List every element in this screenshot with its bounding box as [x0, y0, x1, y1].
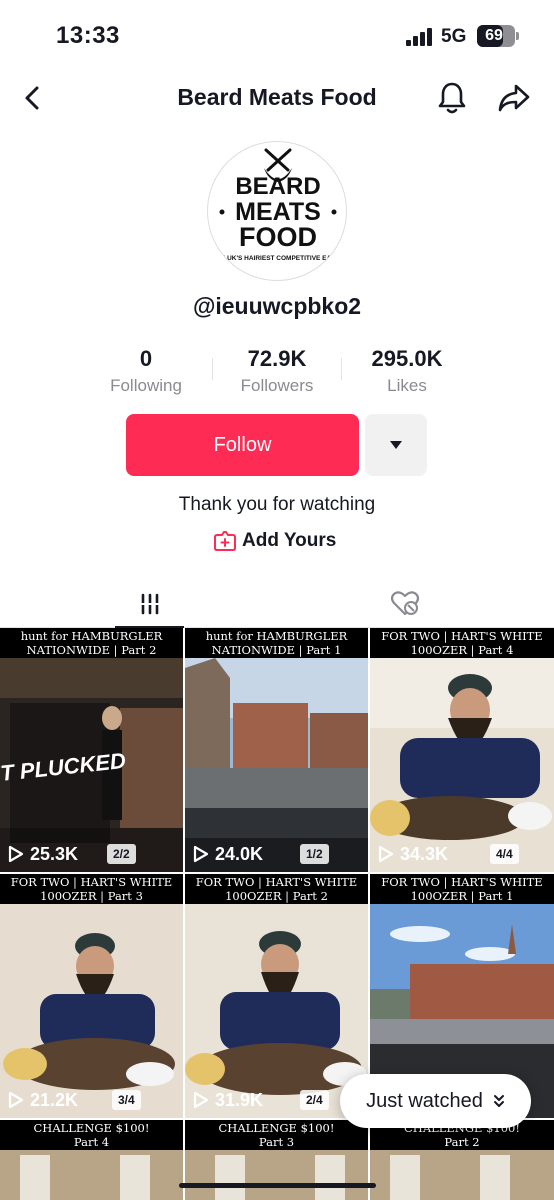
view-count: 31.9K: [193, 1090, 263, 1110]
grid-icon: [139, 593, 160, 615]
view-count: 25.3K: [8, 844, 78, 864]
play-icon: [193, 1091, 209, 1109]
tab-videos[interactable]: [115, 580, 184, 628]
part-badge: 3/4: [112, 1090, 141, 1110]
liked-hidden-icon: [390, 591, 420, 616]
play-icon: [193, 845, 209, 863]
video-thumbnail: [185, 658, 368, 872]
video-header: FOR TWO | HART'S WHITE 100OZER | Part 4: [370, 628, 554, 658]
stat-label: Followers: [240, 376, 314, 395]
video-header: hunt for HAMBURGLER NATIONWIDE | Part 2: [0, 628, 183, 658]
video-thumbnail: [185, 1150, 368, 1200]
stat-likes[interactable]: 295.0K Likes: [332, 344, 482, 396]
play-icon: [8, 1091, 24, 1109]
video-header: FOR TWO | HART'S WHITE 100OZER | Part 1: [370, 874, 554, 904]
status-time: 13:33: [56, 22, 120, 49]
video-header: CHALLENGE $100! Part 3: [185, 1120, 368, 1150]
double-chevron-down-icon: [493, 1095, 504, 1107]
home-indicator: [179, 1183, 376, 1188]
video-tile[interactable]: GET PLUCKED hunt for HAMBURGLER NATIONWI…: [0, 628, 183, 872]
video-tile[interactable]: FOR TWO | HART'S WHITE 100OZER | Part 3 …: [0, 874, 183, 1118]
profile-tabs: [0, 580, 554, 628]
video-header: CHALLENGE $100! Part 4: [0, 1120, 183, 1150]
video-tile[interactable]: CHALLENGE $100! Part 4: [0, 1120, 183, 1200]
avatar[interactable]: BEARD MEATS FOOD THE UK'S HAIRIEST COMPE…: [207, 141, 347, 281]
video-thumbnail: [0, 1150, 183, 1200]
stat-value: 0: [139, 346, 153, 371]
play-icon: [378, 845, 394, 863]
video-tile[interactable]: FOR TWO | HART'S WHITE 100OZER | Part 4 …: [370, 628, 554, 872]
battery-icon: 69: [477, 25, 515, 47]
stat-value: 295.0K: [371, 346, 443, 371]
top-nav: Beard Meats Food: [0, 66, 554, 130]
notification-button[interactable]: [432, 78, 472, 118]
stat-label: Likes: [387, 376, 427, 395]
just-watched-label: Just watched: [366, 1089, 483, 1112]
status-bar: 13:33 5G 69: [0, 0, 554, 66]
video-thumbnail: [370, 1150, 554, 1200]
video-header: hunt for HAMBURGLER NATIONWIDE | Part 1: [185, 628, 368, 658]
part-badge: 2/2: [107, 844, 136, 864]
play-icon: [8, 845, 24, 863]
part-badge: 1/2: [300, 844, 329, 864]
video-header: FOR TWO | HART'S WHITE 100OZER | Part 3: [0, 874, 183, 904]
logo-tagline: THE UK'S HAIRIEST COMPETITIVE EATER: [212, 255, 344, 262]
video-thumbnail: [370, 658, 554, 872]
stat-value: 72.9K: [247, 346, 307, 371]
part-badge: 2/4: [300, 1090, 329, 1110]
add-yours-icon: [214, 531, 236, 551]
video-tile[interactable]: hunt for HAMBURGLER NATIONWIDE | Part 1 …: [185, 628, 368, 872]
bell-icon: [438, 82, 466, 114]
view-count: 34.3K: [378, 844, 448, 864]
part-badge: 4/4: [490, 844, 519, 864]
signal-icon: [406, 28, 434, 46]
video-thumbnail: [0, 904, 183, 1118]
battery-level: 69: [485, 27, 503, 44]
share-icon: [498, 84, 530, 112]
video-thumbnail: GET PLUCKED: [0, 658, 183, 872]
video-thumbnail: [185, 904, 368, 1118]
suggested-accounts-button[interactable]: [365, 414, 427, 476]
view-count: 24.0K: [193, 844, 263, 864]
just-watched-button[interactable]: Just watched: [340, 1074, 531, 1128]
logo-line3: FOOD: [239, 222, 317, 252]
logo-line1: BEARD: [235, 173, 320, 200]
video-tile[interactable]: CHALLENGE $100! Part 2: [370, 1120, 554, 1200]
add-yours-link[interactable]: Add Yours: [214, 528, 336, 554]
tab-liked[interactable]: [370, 580, 440, 628]
video-tile[interactable]: FOR TWO | HART'S WHITE 100OZER | Part 2 …: [185, 874, 368, 1118]
video-header: FOR TWO | HART'S WHITE 100OZER | Part 2: [185, 874, 368, 904]
stat-following[interactable]: 0 Following: [71, 344, 221, 396]
caret-down-icon: [390, 441, 402, 449]
share-button[interactable]: [494, 78, 534, 118]
profile-stats: 0 Following 72.9K Followers 295.0K Likes: [0, 344, 554, 404]
view-count: 21.2K: [8, 1090, 78, 1110]
video-tile[interactable]: CHALLENGE $100! Part 3: [185, 1120, 368, 1200]
bio-text: Thank you for watching: [178, 494, 376, 515]
username: @ieuuwcpbko2: [192, 293, 362, 319]
follow-button[interactable]: Follow: [126, 414, 359, 476]
add-yours-label: Add Yours: [242, 530, 337, 551]
stat-followers[interactable]: 72.9K Followers: [202, 344, 352, 396]
stat-label: Following: [110, 376, 182, 395]
beard-meats-food-logo: BEARD MEATS FOOD THE UK'S HAIRIEST COMPE…: [212, 148, 344, 262]
network-label: 5G: [441, 26, 467, 47]
